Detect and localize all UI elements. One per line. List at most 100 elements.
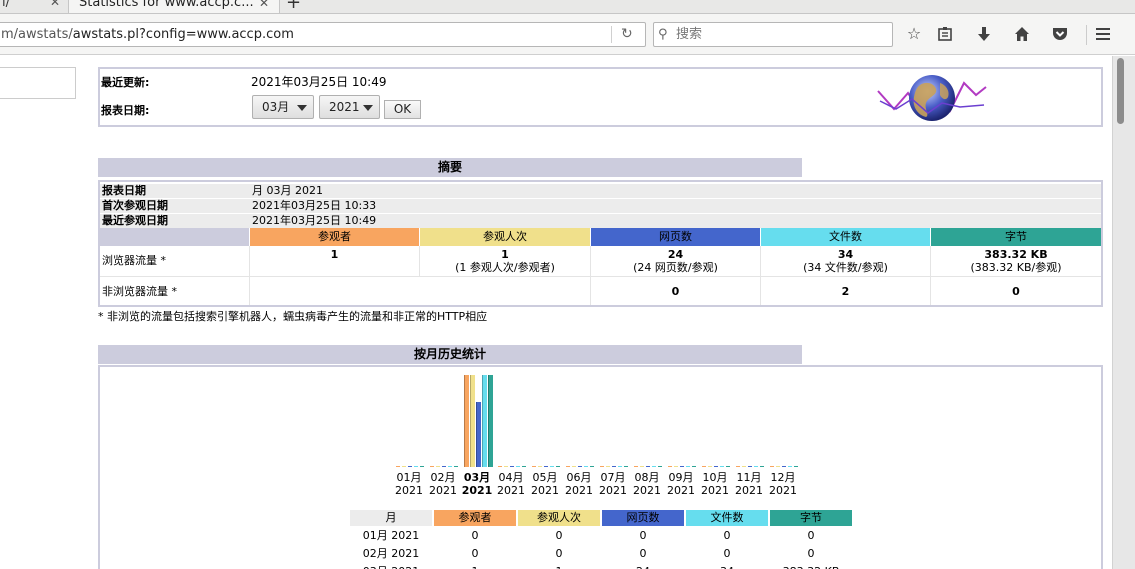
column-header-visitors: 参观者 [250,228,419,246]
month-label: 03月 2021 [461,471,493,497]
summary-row-value: 2021年03月25日 10:33 [252,199,377,212]
cell-value: 0 [671,285,680,298]
bar-2-9 [714,466,718,467]
cell-value: 0 [1012,285,1020,298]
year-select-value: 2021 [329,100,360,114]
cell-sub: (24 网页数/参观) [633,261,718,274]
bar-1-11 [776,466,780,467]
bar-4-6 [624,466,628,467]
vertical-scrollbar[interactable] [1112,56,1135,569]
url-bar[interactable]: m/awstats/awstats.pl?config=www.accp.com… [0,22,646,47]
table-cell: 0 [639,529,647,542]
menu-icon[interactable] [1092,23,1114,45]
bar-4-8 [692,466,696,467]
last-update-label: 最近更新: [101,76,150,89]
bar-4-4 [556,466,560,467]
page-content: 最近更新: 2021年03月25日 10:49 报表日期: 03月 2021 O… [0,56,1112,569]
summary-row-value: 2021年03月25日 10:49 [252,214,377,227]
month-label: 01月 2021 [395,471,423,497]
summary-row-last-visit: 最近参观日期 2021年03月25日 10:49 [100,214,1101,228]
table-header: 参观人次 [518,510,600,526]
bar-2-7 [646,466,650,467]
search-input[interactable]: ⚲ 搜索 [653,22,893,47]
bar-3-7 [652,466,656,467]
non-browser-files-cell: 2 [761,285,930,298]
bar-2-6 [612,466,616,467]
column-header-visits: 参观人次 [420,228,590,246]
month-label: 09月 2021 [667,471,695,497]
bookmark-star-icon[interactable]: ☆ [903,23,925,45]
reading-list-icon[interactable] [934,23,956,45]
month-label: 05月 2021 [531,471,559,497]
bar-0-1 [430,466,434,467]
cell-value: 2 [841,285,850,298]
download-icon[interactable] [973,23,995,45]
bar-1-4 [538,466,542,467]
table-cell: 0 [807,547,815,560]
month-select[interactable]: 03月 [252,95,314,119]
table-cell: 1 [518,564,600,569]
table-header: 字节 [770,510,852,526]
new-tab-icon[interactable]: + [286,0,301,13]
bar-4-1 [454,466,458,467]
reload-icon[interactable]: ↻ [621,23,633,46]
non-browser-traffic-label: 非浏览器流量 * [102,285,177,298]
bar-0-9 [702,466,706,467]
tab-previous[interactable]: l/ ✕ [0,0,70,13]
pocket-icon[interactable] [1049,23,1071,45]
bar-0-5 [566,466,570,467]
browser-visits-cell: 1 (1 参观人次/参观者) [420,248,590,274]
table-cell: 02月 2021 [362,547,420,560]
tab-active[interactable]: Statistics for www.accp.c... ✕ [68,0,280,13]
cell-sub: (1 参观人次/参观者) [455,261,555,274]
last-update-value: 2021年03月25日 10:49 [251,75,387,89]
bar-1-6 [606,466,610,467]
monthly-history-chart: 01月 2021 02月 2021 03月 2021 04月 2021 05月 2021 06月 20… [392,371,812,501]
table-header: 参观者 [434,510,516,526]
bar-3-4 [550,466,554,467]
tab-active-title: Statistics for www.accp.c... [79,0,254,10]
bar-1-5 [572,466,576,467]
bar-3-1 [448,466,452,467]
url-path: awstats.pl?config=www.accp.com [72,27,294,42]
non-browser-bytes-cell: 0 [931,285,1101,298]
cell-sub: (34 文件数/参观) [803,261,888,274]
month-select-value: 03月 [262,100,290,114]
bar-4-3 [522,466,526,467]
bar-1-9 [708,466,712,467]
bar-0-4 [532,466,536,467]
ok-button[interactable]: OK [384,100,421,119]
cell-sub: (383.32 KB/参观) [970,261,1062,274]
table-header: 网页数 [602,510,684,526]
home-icon[interactable] [1011,23,1033,45]
table-cell: 03月 2021 [350,564,432,569]
bar-2-10 [748,466,752,467]
bar-3-2 [482,375,487,467]
bar-2-2 [476,402,481,467]
table-cell: 1 [434,564,516,569]
table-cell: 0 [639,547,647,560]
bar-3-5 [584,466,588,467]
year-select[interactable]: 2021 [319,95,380,119]
scrollbar-thumb[interactable] [1117,58,1124,124]
monthly-history-box: 01月 2021 02月 2021 03月 2021 04月 2021 05月 2021 06月 20… [98,365,1103,569]
left-frame-box [0,67,76,99]
bar-4-10 [760,466,764,467]
bar-2-8 [680,466,684,467]
bar-4-0 [420,466,424,467]
table-cell: 01月 2021 [362,529,420,542]
summary-row-first-visit: 首次参观日期 2021年03月25日 10:33 [100,199,1101,213]
report-info-box: 最近更新: 2021年03月25日 10:49 报表日期: 03月 2021 O… [98,67,1103,127]
close-icon[interactable]: ✕ [259,0,269,12]
summary-row-label: 报表日期 [102,184,146,197]
bar-2-1 [442,466,446,467]
report-date-label: 报表日期: [101,104,150,117]
bar-0-2 [464,375,469,467]
bar-3-6 [618,466,622,467]
close-icon[interactable]: ✕ [50,0,60,9]
column-header-files: 文件数 [761,228,930,246]
bar-2-4 [544,466,548,467]
bar-3-0 [414,466,418,467]
tab-strip: l/ ✕ Statistics for www.accp.c... ✕ + [0,0,1135,14]
bar-4-7 [658,466,662,467]
